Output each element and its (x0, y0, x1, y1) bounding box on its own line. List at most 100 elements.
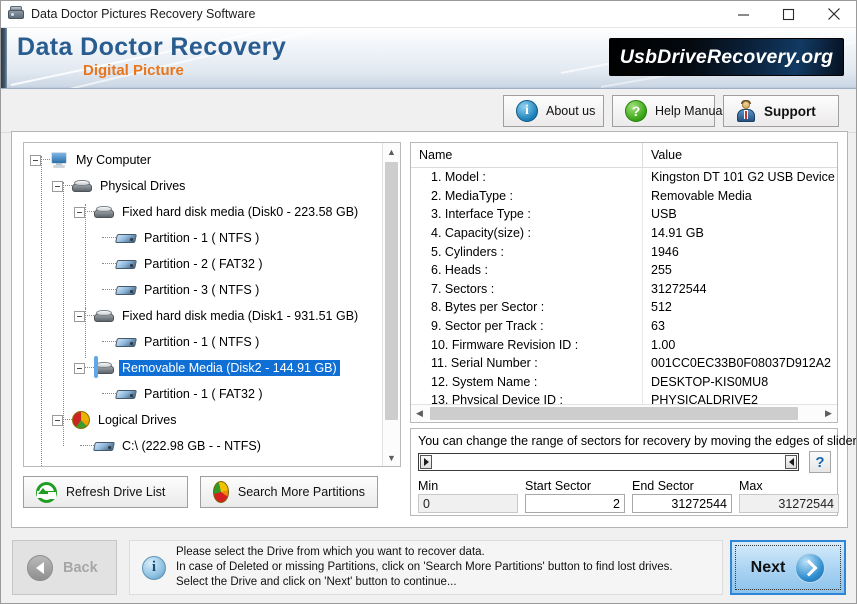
tree-item[interactable]: Partition - 3 ( NTFS ) (24, 277, 383, 303)
scrollbar-thumb[interactable] (385, 162, 398, 420)
tree-connector (102, 393, 116, 395)
tree-item[interactable]: Partition - 1 ( FAT32 ) (24, 381, 383, 407)
max-value: 31272544 (739, 494, 839, 513)
sector-help-button[interactable]: ? (809, 451, 831, 473)
drive-properties-panel: Name Value 1. Model :Kingston DT 101 G2 … (410, 142, 838, 423)
start-sector-input[interactable]: 2 (525, 494, 625, 513)
end-sector-input[interactable]: 31272544 (632, 494, 732, 513)
tree-item[interactable]: D:\ (931.51 GB - BACKUP_HDD - NTFS) (24, 459, 383, 467)
max-field-group: Max 31272544 (739, 479, 839, 513)
about-us-label: About us (546, 104, 595, 118)
computer-icon (50, 152, 68, 168)
next-button[interactable]: Next (730, 540, 846, 595)
tree-scrollbar[interactable]: ▲ ▼ (382, 143, 400, 466)
help-manual-button[interactable]: ? Help Manual (612, 95, 715, 127)
search-more-partitions-button[interactable]: Search More Partitions (200, 476, 378, 508)
drive-tree-panel: My ComputerPhysical DrivesFixed hard dis… (23, 142, 401, 467)
tree-item[interactable]: My Computer (24, 147, 383, 173)
brand-title: Data Doctor Recovery (17, 33, 286, 61)
close-icon[interactable] (811, 1, 856, 27)
partition-icon (116, 388, 136, 401)
partition-icon (116, 232, 136, 245)
scroll-left-icon[interactable]: ◀ (411, 405, 428, 422)
tree-expander-icon[interactable] (74, 311, 85, 322)
status-message-line-3: Select the Drive and click on 'Next' but… (176, 575, 673, 590)
hard-drive-icon (94, 309, 114, 323)
property-name: 4. Capacity(size) : (411, 226, 642, 240)
scroll-up-icon[interactable]: ▲ (383, 143, 400, 160)
property-row[interactable]: 3. Interface Type :USB (411, 205, 837, 224)
tree-connector (102, 289, 116, 291)
tree-connector (85, 315, 94, 317)
arrow-left-icon (27, 555, 53, 581)
tree-item[interactable]: Fixed hard disk media (Disk1 - 931.51 GB… (24, 303, 383, 329)
tree-item[interactable]: Fixed hard disk media (Disk0 - 223.58 GB… (24, 199, 383, 225)
tree-item-label: D:\ (931.51 GB - BACKUP_HDD - NTFS) (119, 464, 353, 467)
minimize-icon[interactable] (721, 1, 766, 27)
tree-item[interactable]: Partition - 2 ( FAT32 ) (24, 251, 383, 277)
about-us-button[interactable]: i About us (503, 95, 604, 127)
property-row[interactable]: 8. Bytes per Sector :512 (411, 298, 837, 317)
status-message-line-1: Please select the Drive from which you w… (176, 545, 673, 560)
tree-item[interactable]: C:\ (222.98 GB - - NTFS) (24, 433, 383, 459)
tree-connector (102, 263, 116, 265)
property-name: 6. Heads : (411, 263, 642, 277)
drive-tree[interactable]: My ComputerPhysical DrivesFixed hard dis… (24, 143, 383, 466)
property-row[interactable]: 6. Heads :255 (411, 261, 837, 280)
slider-start-handle[interactable] (420, 455, 432, 469)
property-name: 8. Bytes per Sector : (411, 300, 642, 314)
property-value: 512 (642, 298, 837, 317)
tree-item[interactable]: Logical Drives (24, 407, 383, 433)
property-row[interactable]: 4. Capacity(size) :14.91 GB (411, 224, 837, 243)
tree-expander-icon[interactable] (52, 415, 63, 426)
start-sector-field-group: Start Sector 2 (525, 479, 625, 513)
property-row[interactable]: 7. Sectors :31272544 (411, 280, 837, 299)
hard-drive-icon (94, 205, 114, 219)
tree-item[interactable]: Partition - 1 ( NTFS ) (24, 225, 383, 251)
property-row[interactable]: 5. Cylinders :1946 (411, 242, 837, 261)
property-row[interactable]: 10. Firmware Revision ID :1.00 (411, 335, 837, 354)
property-row[interactable]: 2. MediaType :Removable Media (411, 187, 837, 206)
property-name: 9. Sector per Track : (411, 319, 642, 333)
property-row[interactable]: 9. Sector per Track :63 (411, 317, 837, 336)
tree-expander-icon[interactable] (52, 181, 63, 192)
scanner-icon (8, 6, 24, 22)
tree-expander-icon[interactable] (74, 207, 85, 218)
property-row[interactable]: 1. Model :Kingston DT 101 G2 USB Device (411, 168, 837, 187)
sector-fields: Min 0 Start Sector 2 End Sector 31272544… (418, 479, 832, 513)
properties-rows: 1. Model :Kingston DT 101 G2 USB Device2… (411, 168, 837, 423)
properties-hscrollbar[interactable]: ◀ ▶ (411, 404, 837, 422)
min-label: Min (418, 479, 518, 493)
property-value: USB (642, 205, 837, 224)
tree-item[interactable]: Physical Drives (24, 173, 383, 199)
tree-guide (63, 182, 64, 446)
refresh-icon (36, 482, 57, 503)
tree-expander-icon[interactable] (74, 363, 85, 374)
sector-range-instruction: You can change the range of sectors for … (418, 434, 857, 448)
property-row[interactable]: 12. System Name :DESKTOP-KIS0MU8 (411, 373, 837, 392)
content-panel: My ComputerPhysical DrivesFixed hard dis… (11, 131, 848, 528)
tree-connector (102, 237, 116, 239)
header-banner: Data Doctor Recovery Digital Picture Usb… (1, 28, 856, 89)
maximize-icon[interactable] (766, 1, 811, 27)
tree-item[interactable]: Partition - 1 ( NTFS ) (24, 329, 383, 355)
properties-header: Name Value (411, 143, 837, 168)
partition-icon (116, 258, 136, 271)
scroll-right-icon[interactable]: ▶ (820, 405, 837, 422)
tree-expander-icon[interactable] (30, 155, 41, 166)
tree-item[interactable]: Removable Media (Disk2 - 144.91 GB) (24, 355, 383, 381)
brand-subtitle: Digital Picture (83, 62, 286, 80)
slider-end-handle[interactable] (785, 455, 797, 469)
min-field-group: Min 0 (418, 479, 518, 513)
sector-range-slider[interactable] (418, 453, 799, 471)
back-button: Back (12, 540, 117, 595)
partition-icon (94, 440, 114, 453)
property-row[interactable]: 11. Serial Number :001CC0EC33B0F08037D91… (411, 354, 837, 373)
scroll-down-icon[interactable]: ▼ (383, 449, 400, 466)
site-logo-text: UsbDriveRecovery.org (620, 46, 834, 69)
support-button[interactable]: Support (723, 95, 839, 127)
refresh-drive-list-button[interactable]: Refresh Drive List (23, 476, 188, 508)
tree-connector (63, 419, 72, 421)
scrollbar-thumb[interactable] (430, 407, 798, 420)
help-manual-label: Help Manual (655, 104, 725, 118)
